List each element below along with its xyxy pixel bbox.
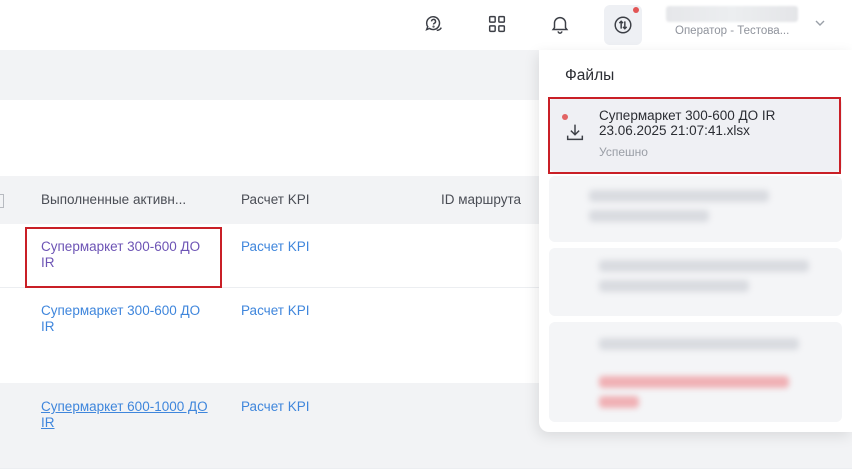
highlight-box (25, 227, 222, 288)
highlight-box (548, 97, 841, 174)
file-item-redacted[interactable] (549, 176, 842, 242)
column-header-activities[interactable]: Выполненные активн... (41, 192, 186, 207)
apps-grid-icon (488, 15, 506, 33)
exchange-arrows-icon (614, 16, 632, 34)
blurred-text (599, 376, 789, 388)
user-role[interactable]: Оператор - Тестова... (675, 25, 789, 37)
kpi-link[interactable]: Расчет KPI (241, 303, 309, 318)
activity-link[interactable]: Супермаркет 300-600 ДО IR (41, 303, 217, 335)
column-header-route-id[interactable]: ID маршрута (441, 192, 521, 207)
blurred-text (599, 338, 799, 350)
activity-link[interactable]: Супермаркет 600-1000 ДО IR (41, 399, 217, 431)
column-resize-icon[interactable] (0, 194, 4, 208)
blurred-text (599, 280, 749, 292)
files-exchange-button[interactable] (604, 5, 642, 45)
user-name-redacted (666, 6, 798, 22)
blurred-text (589, 210, 709, 222)
help-chat-icon (425, 15, 442, 32)
notification-dot (633, 7, 639, 13)
file-item-redacted[interactable] (549, 322, 842, 422)
blurred-text (589, 190, 769, 202)
blurred-text (599, 396, 639, 408)
apps-grid-button[interactable] (479, 8, 515, 40)
help-chat-button[interactable] (416, 8, 452, 40)
column-header-kpi[interactable]: Расчет KPI (241, 192, 309, 207)
files-panel-title: Файлы (565, 67, 615, 84)
top-header: Оператор - Тестова... (0, 0, 852, 50)
chevron-down-icon[interactable] (812, 15, 828, 31)
kpi-link[interactable]: Расчет KPI (241, 399, 309, 414)
kpi-link[interactable]: Расчет KPI (241, 239, 309, 254)
blurred-text (599, 260, 809, 272)
bell-icon (551, 16, 569, 34)
file-item-redacted[interactable] (549, 248, 842, 316)
notifications-button[interactable] (542, 8, 578, 40)
